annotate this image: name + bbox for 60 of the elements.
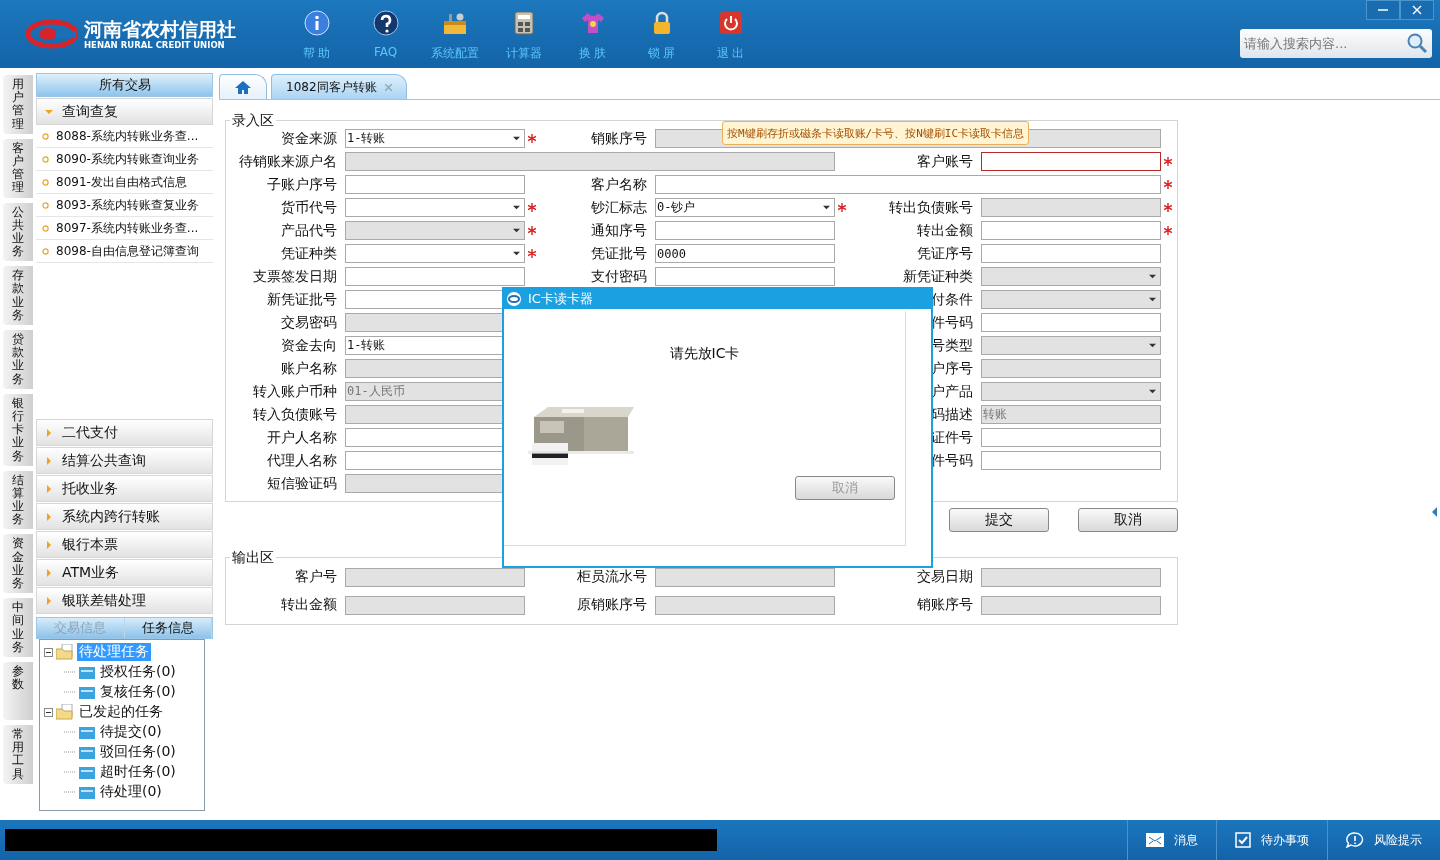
field-label: 货币代号 (280, 198, 338, 217)
field-label: 资金去向 (280, 336, 338, 355)
field-label: 支付密码 (590, 267, 648, 286)
field-label: 凭证种类 (280, 244, 338, 263)
logo-title: 河南省农村信用社 (84, 17, 236, 40)
field-label: 转入负债账号 (252, 405, 338, 424)
field-label: 代理人名称 (266, 451, 338, 470)
nav-group-label: 托收业务 (62, 479, 118, 498)
field-label: 户产品 (930, 382, 974, 401)
nav-item-label: 8097-系统内转账业务查... (56, 219, 199, 237)
field-label: 件号码 (930, 313, 974, 332)
nav-group-label: ATM业务 (62, 563, 120, 582)
section-title: 录入区 (230, 112, 276, 130)
nav-group-label: 查询查复 (62, 102, 118, 121)
field-label: 原销账序号 (576, 596, 648, 614)
nav-group-label: 银行本票 (62, 535, 118, 554)
field-label: 客户号 (294, 568, 338, 586)
nav-item-label: 8093-系统内转账查复业务 (56, 196, 199, 214)
field-label: 凭证批号 (590, 244, 648, 263)
dialog-title: IC卡读卡器 (528, 290, 593, 308)
field-label: 户序号 (930, 359, 974, 378)
field-label: 开户人名称 (266, 428, 338, 447)
nav-item-label: 8098-自由信息登记簿查询 (56, 242, 199, 260)
field-label: 支票签发日期 (252, 267, 338, 286)
nav-group-label: 银联差错处理 (62, 591, 146, 610)
field-label: 柜员流水号 (576, 568, 648, 586)
field-label: 通知序号 (590, 221, 648, 240)
nav-group-label: 结算公共查询 (62, 451, 146, 470)
field-label: 件号码 (930, 451, 974, 470)
field-label: 新凭证批号 (266, 290, 338, 309)
field-label: 产品代号 (280, 221, 338, 240)
nav-item-label: 8088-系统内转账业务查... (56, 127, 199, 145)
section-title: 输出区 (230, 549, 276, 567)
field-label: 子账户序号 (266, 175, 338, 194)
panel-title: 所有交易 (36, 73, 213, 97)
field-label: 客户账号 (916, 152, 974, 171)
field-label: 转出金额 (916, 221, 974, 240)
field-label: 转入账户币种 (252, 382, 338, 401)
field-label: 销账序号 (590, 129, 648, 148)
field-label: 新凭证种类 (902, 267, 974, 286)
dialog-message: 请先放IC卡 (669, 345, 740, 363)
field-label: 短信验证码 (266, 474, 338, 493)
field-label: 转出负债账号 (888, 198, 974, 217)
field-label: 客户名称 (590, 175, 648, 194)
field-label: 付条件 (930, 290, 974, 309)
nav-group-label: 二代支付 (62, 423, 118, 442)
field-label: 交易密码 (280, 313, 338, 332)
logo-subtitle: HENAN RURAL CREDIT UNION (84, 39, 226, 51)
field-label: 钞汇标志 (590, 198, 648, 217)
hint-tooltip: 按M键刷存折或磁条卡读取账/卡号、按N键刷IC卡读取卡信息 (722, 121, 1030, 145)
field-label: 资金来源 (280, 129, 338, 148)
field-label: 销账序号 (916, 596, 974, 614)
field-label: 凭证序号 (916, 244, 974, 263)
field-label: 账户名称 (280, 359, 338, 378)
nav-item-label: 8091-发出自由格式信息 (56, 173, 187, 191)
nav-group-label: 系统内跨行转账 (62, 507, 160, 526)
nav-item-label: 8090-系统内转账查询业务 (56, 150, 199, 168)
field-label: 转出金额 (280, 596, 338, 614)
field-label: 交易日期 (916, 568, 974, 586)
field-label: 待销账来源户名 (238, 152, 338, 171)
